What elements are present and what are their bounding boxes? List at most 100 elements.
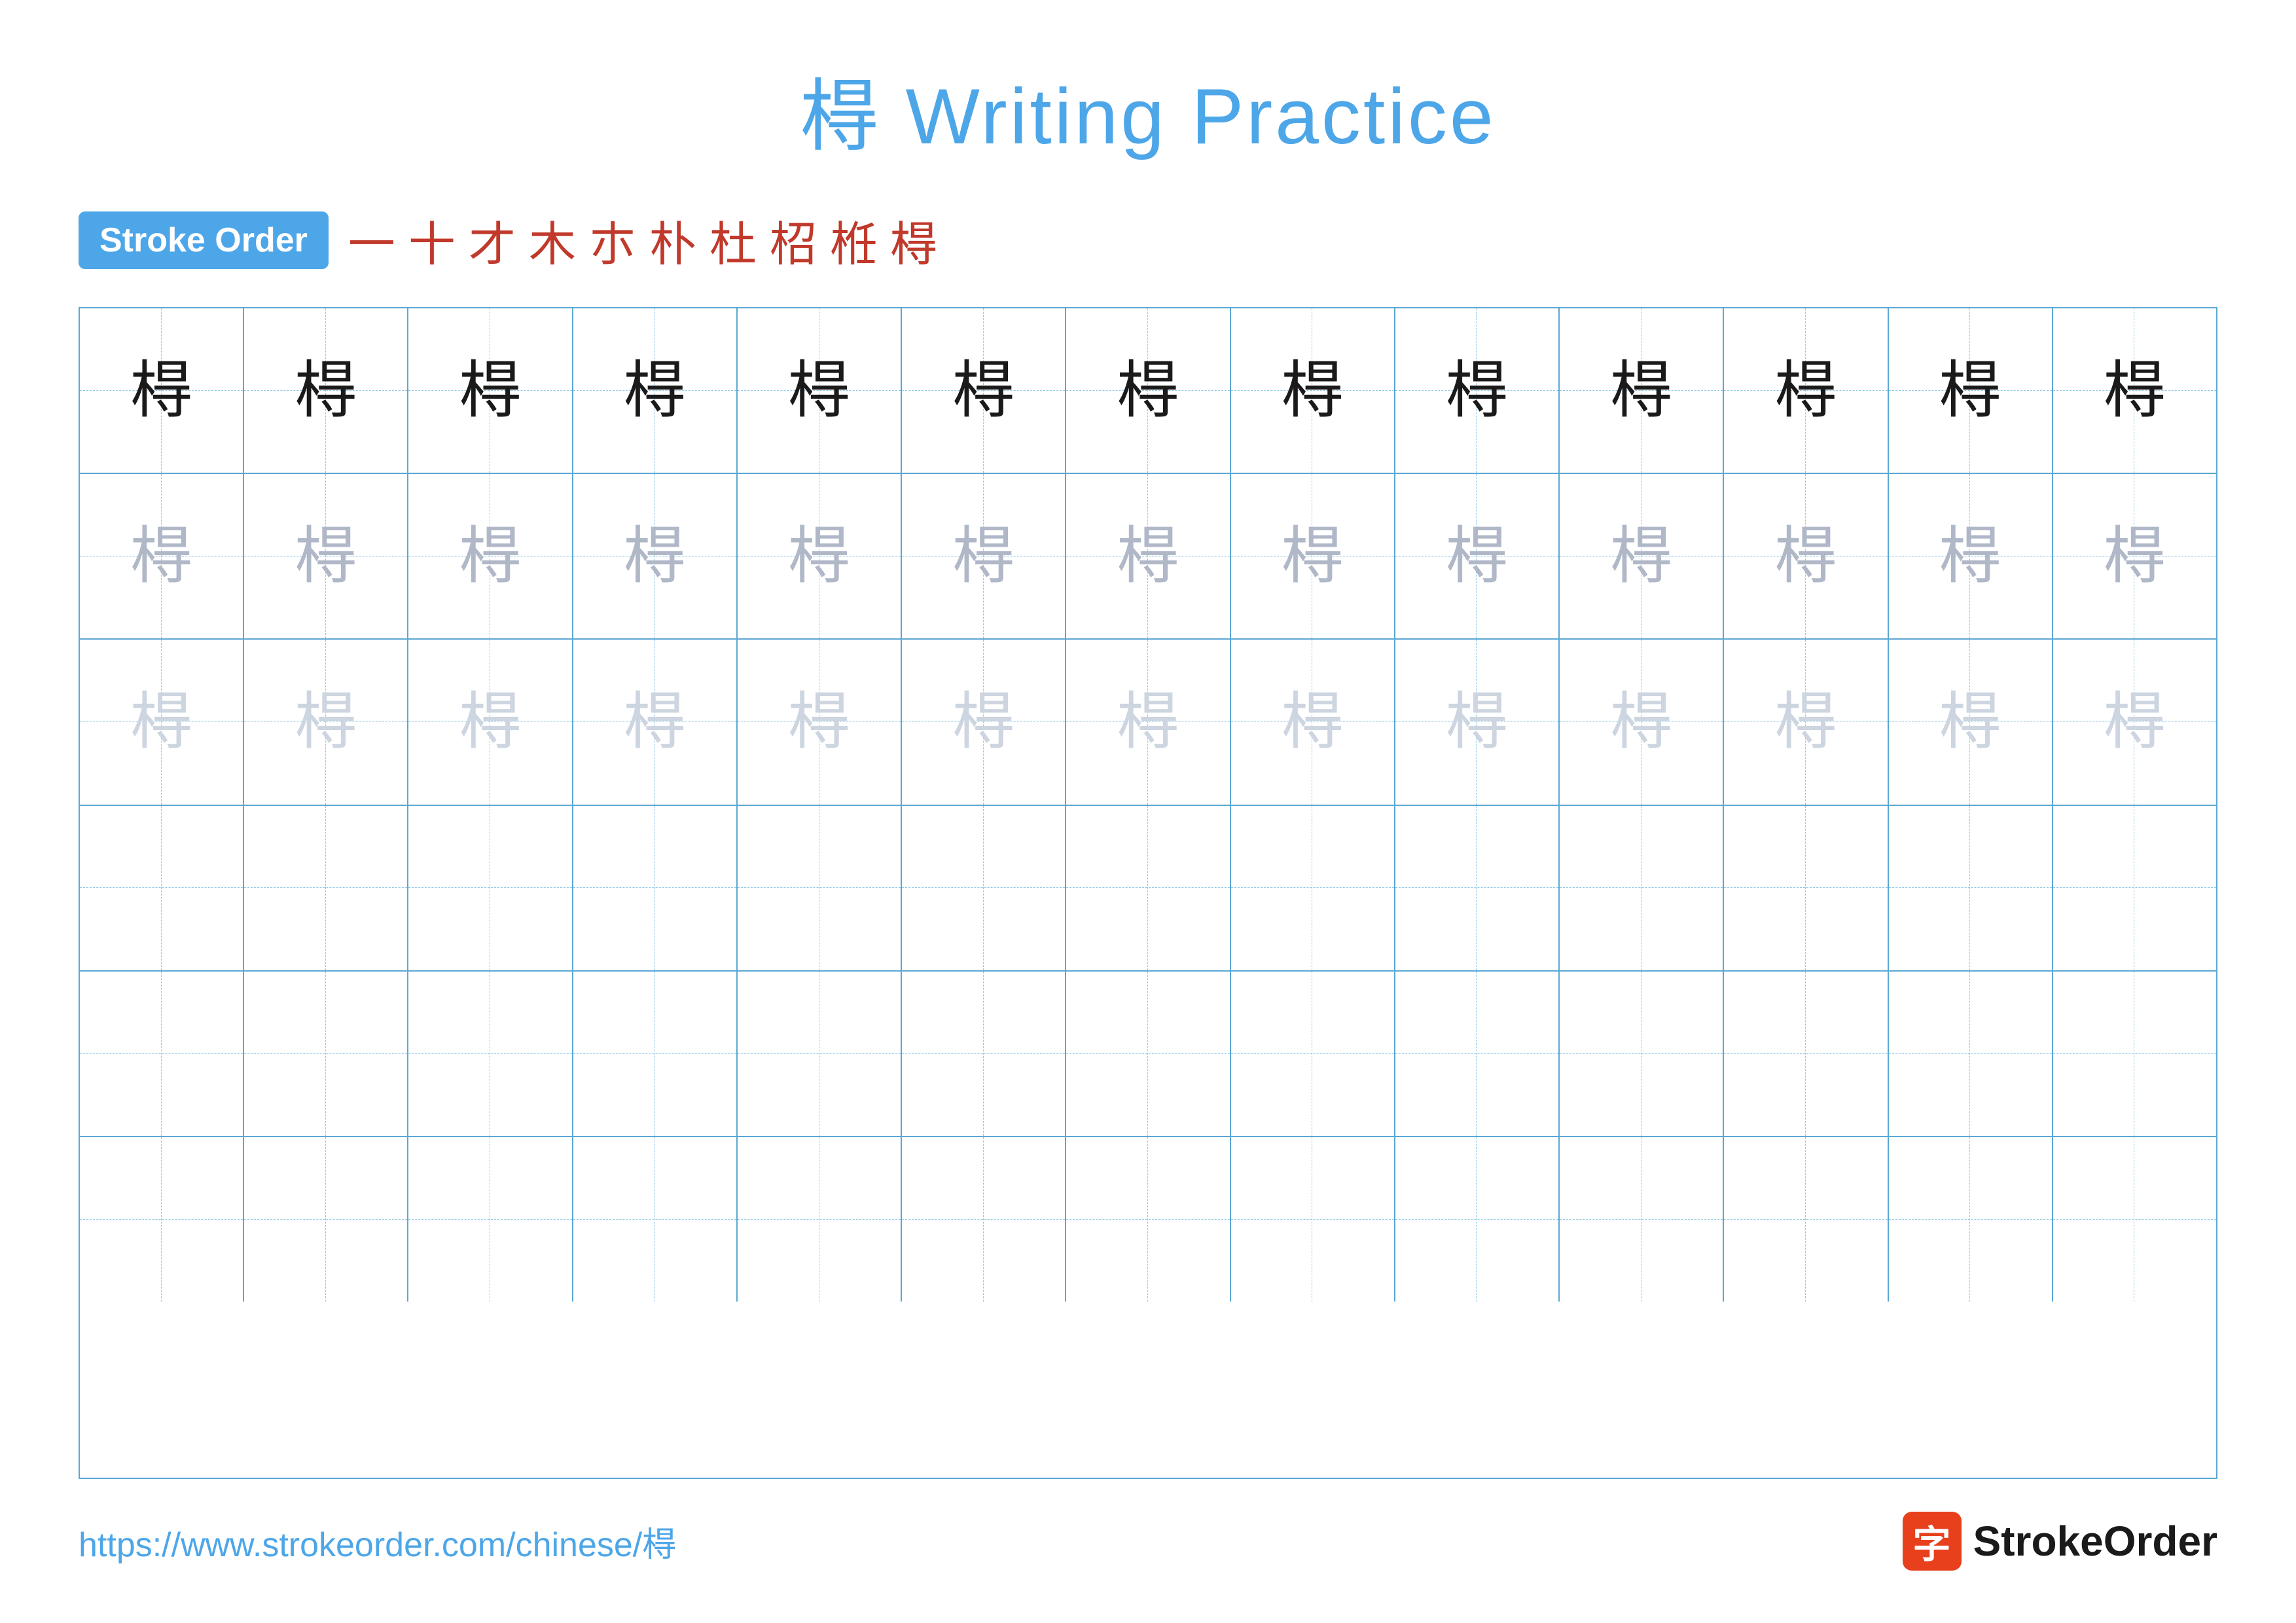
grid-cell-4-0: [80, 972, 244, 1136]
logo-icon: 字: [1903, 1512, 1962, 1571]
cell-char-1-7: 棏: [1282, 525, 1344, 587]
grid-cell-1-1: 棏: [244, 474, 408, 638]
grid-cell-1-10: 棏: [1724, 474, 1888, 638]
cell-char-0-4: 棏: [788, 359, 850, 422]
grid-cell-1-2: 棏: [408, 474, 573, 638]
cell-char-0-8: 棏: [1446, 359, 1508, 422]
grid-cell-5-9: [1560, 1137, 1724, 1302]
cell-char-0-12: 棏: [2104, 359, 2166, 422]
grid-cell-1-5: 棏: [902, 474, 1066, 638]
cell-char-2-1: 棏: [295, 691, 357, 754]
cell-char-1-12: 棏: [2104, 525, 2166, 587]
stroke-step-0: 一: [348, 206, 395, 274]
grid-cell-0-5: 棏: [902, 308, 1066, 473]
stroke-order-badge: Stroke Order: [79, 211, 329, 269]
grid-cell-1-0: 棏: [80, 474, 244, 638]
grid-cell-2-12: 棏: [2053, 640, 2216, 804]
grid-cell-4-9: [1560, 972, 1724, 1136]
stroke-step-8: 栣: [830, 206, 877, 274]
grid-cell-2-0: 棏: [80, 640, 244, 804]
grid-cell-4-3: [573, 972, 738, 1136]
grid-cell-4-5: [902, 972, 1066, 1136]
cell-char-1-6: 棏: [1117, 525, 1179, 587]
cell-char-1-3: 棏: [624, 525, 686, 587]
cell-char-0-2: 棏: [459, 359, 522, 422]
grid-cell-5-11: [1889, 1137, 2053, 1302]
grid-cell-3-11: [1889, 806, 2053, 970]
grid-cell-2-5: 棏: [902, 640, 1066, 804]
cell-char-2-2: 棏: [459, 691, 522, 754]
grid-cell-2-6: 棏: [1066, 640, 1230, 804]
stroke-step-5: 朴: [649, 206, 696, 274]
grid-cell-3-0: [80, 806, 244, 970]
stroke-step-1: 十: [408, 206, 456, 274]
cell-char-0-3: 棏: [624, 359, 686, 422]
cell-char-2-4: 棏: [788, 691, 850, 754]
stroke-step-2: 才: [469, 206, 516, 274]
page-title: 棏 Writing Practice: [800, 52, 1496, 166]
cell-char-1-11: 棏: [1939, 525, 2001, 587]
logo-text: StrokeOrder: [1973, 1517, 2217, 1565]
stroke-step-6: 杜: [709, 206, 757, 274]
grid-cell-3-8: [1395, 806, 1560, 970]
cell-char-2-5: 棏: [952, 691, 1014, 754]
grid-cell-0-10: 棏: [1724, 308, 1888, 473]
grid-cell-5-4: [738, 1137, 902, 1302]
grid-cell-2-3: 棏: [573, 640, 738, 804]
cell-char-0-0: 棏: [130, 359, 192, 422]
cell-char-1-10: 棏: [1774, 525, 1837, 587]
cell-char-2-8: 棏: [1446, 691, 1508, 754]
grid-row-4: [80, 972, 2216, 1137]
cell-char-1-0: 棏: [130, 525, 192, 587]
grid-cell-1-6: 棏: [1066, 474, 1230, 638]
grid-cell-5-6: [1066, 1137, 1230, 1302]
grid-cell-2-1: 棏: [244, 640, 408, 804]
grid-row-1: 棏棏棏棏棏棏棏棏棏棏棏棏棏: [80, 474, 2216, 640]
grid-cell-5-8: [1395, 1137, 1560, 1302]
grid-cell-2-8: 棏: [1395, 640, 1560, 804]
grid-cell-5-5: [902, 1137, 1066, 1302]
grid-cell-1-11: 棏: [1889, 474, 2053, 638]
cell-char-2-3: 棏: [624, 691, 686, 754]
cell-char-2-6: 棏: [1117, 691, 1179, 754]
stroke-step-4: 朩: [589, 206, 636, 274]
cell-char-0-9: 棏: [1610, 359, 1672, 422]
stroke-order-row: Stroke Order 一十才木朩朴杜柖栣棏: [79, 206, 2217, 274]
grid-row-2: 棏棏棏棏棏棏棏棏棏棏棏棏棏: [80, 640, 2216, 805]
grid-cell-0-12: 棏: [2053, 308, 2216, 473]
grid-cell-3-7: [1231, 806, 1395, 970]
grid-cell-0-7: 棏: [1231, 308, 1395, 473]
cell-char-0-6: 棏: [1117, 359, 1179, 422]
grid-cell-4-4: [738, 972, 902, 1136]
grid-row-0: 棏棏棏棏棏棏棏棏棏棏棏棏棏: [80, 308, 2216, 474]
cell-char-1-2: 棏: [459, 525, 522, 587]
cell-char-2-12: 棏: [2104, 691, 2166, 754]
grid-cell-3-4: [738, 806, 902, 970]
cell-char-1-4: 棏: [788, 525, 850, 587]
stroke-step-7: 柖: [770, 206, 817, 274]
grid-cell-0-9: 棏: [1560, 308, 1724, 473]
grid-cell-1-3: 棏: [573, 474, 738, 638]
grid-cell-0-2: 棏: [408, 308, 573, 473]
cell-char-0-11: 棏: [1939, 359, 2001, 422]
footer-logo: 字 StrokeOrder: [1903, 1512, 2217, 1571]
grid-cell-3-5: [902, 806, 1066, 970]
grid-cell-4-7: [1231, 972, 1395, 1136]
cell-char-1-9: 棏: [1610, 525, 1672, 587]
grid-cell-0-11: 棏: [1889, 308, 2053, 473]
grid-cell-1-12: 棏: [2053, 474, 2216, 638]
cell-char-2-0: 棏: [130, 691, 192, 754]
footer: https://www.strokeorder.com/chinese/棏 字 …: [79, 1512, 2217, 1571]
grid-cell-4-8: [1395, 972, 1560, 1136]
grid-cell-5-0: [80, 1137, 244, 1302]
practice-grid: 棏棏棏棏棏棏棏棏棏棏棏棏棏棏棏棏棏棏棏棏棏棏棏棏棏棏棏棏棏棏棏棏棏棏棏棏棏棏棏: [79, 307, 2217, 1479]
grid-cell-0-0: 棏: [80, 308, 244, 473]
stroke-step-3: 木: [529, 206, 576, 274]
cell-char-2-9: 棏: [1610, 691, 1672, 754]
cell-char-0-1: 棏: [295, 359, 357, 422]
grid-cell-3-10: [1724, 806, 1888, 970]
grid-cell-4-1: [244, 972, 408, 1136]
footer-url: https://www.strokeorder.com/chinese/棏: [79, 1517, 676, 1566]
grid-cell-5-2: [408, 1137, 573, 1302]
grid-cell-4-2: [408, 972, 573, 1136]
